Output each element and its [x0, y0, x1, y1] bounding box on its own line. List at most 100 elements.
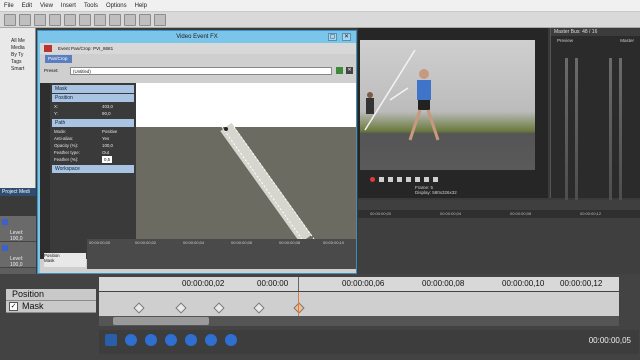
section-position[interactable]: Position [52, 94, 134, 102]
explorer-item-all-media[interactable]: All Me [0, 38, 35, 45]
track-color-icon [2, 245, 8, 251]
position-y-row[interactable]: Y: 90,0 [54, 110, 134, 117]
section-mask[interactable]: Mask [52, 85, 134, 93]
kf-track-mask-label: Mask [22, 301, 44, 311]
prev-keyframe-icon[interactable] [145, 334, 157, 346]
undo-icon[interactable] [79, 13, 91, 26]
ruler-tick: 00:00:00;12 [580, 211, 602, 216]
master-bus-title: Master Bus: 48 / 16 [551, 28, 640, 36]
fx-chain-icon[interactable] [44, 45, 52, 52]
mode-row[interactable]: Mode: Positive [54, 128, 134, 135]
menu-options[interactable]: Options [106, 3, 127, 9]
paste-icon[interactable] [139, 13, 151, 26]
keyframe-scrollbar[interactable] [99, 316, 619, 326]
keyframe-diamond[interactable] [253, 302, 265, 314]
position-x-row[interactable]: X: 403,0 [54, 103, 134, 110]
keyframe-diamond[interactable] [175, 302, 187, 314]
keyframe-diamond[interactable] [133, 302, 145, 314]
last-keyframe-icon[interactable] [185, 334, 197, 346]
kf-track-mask[interactable]: ✓ Mask [6, 301, 96, 313]
prev-frame-icon[interactable] [424, 176, 429, 182]
ruler-tick: 00:00:00 [257, 279, 289, 288]
loop-icon[interactable] [379, 176, 384, 182]
explorer-item-media-bins[interactable]: Media [0, 45, 35, 52]
position-x-label: X: [54, 104, 59, 109]
sync-cursor-icon[interactable] [105, 334, 117, 346]
anti-alias-value: Yes [102, 136, 110, 141]
anti-alias-label: Anti-alias: [54, 136, 74, 141]
first-keyframe-icon[interactable] [125, 334, 137, 346]
play-from-start-icon[interactable] [388, 176, 393, 182]
section-workspace[interactable]: Workspace [52, 165, 134, 173]
save-preset-icon[interactable] [336, 67, 343, 74]
keyframe-track-labels: Position ✓ Mask [6, 289, 96, 313]
section-path[interactable]: Path [52, 119, 134, 127]
menu-file[interactable]: File [4, 3, 14, 9]
menu-tools[interactable]: Tools [84, 3, 98, 9]
play-icon[interactable] [397, 176, 402, 182]
scrollbar-thumb[interactable] [113, 317, 209, 325]
render-icon[interactable] [64, 13, 76, 26]
kf-tick: 00:00:00;02 [135, 240, 157, 245]
preset-dropdown[interactable]: (Untitled) [70, 67, 332, 75]
delete-icon[interactable] [154, 13, 166, 26]
toolbar [0, 12, 640, 28]
save-icon[interactable] [34, 13, 46, 26]
dialog-kf-labels: Position Mask [44, 253, 86, 267]
feather-input[interactable]: 0,5 [102, 156, 113, 163]
menu-insert[interactable]: Insert [61, 3, 76, 9]
stop-icon[interactable] [415, 176, 420, 182]
copy-icon[interactable] [124, 13, 136, 26]
pause-icon[interactable] [406, 176, 411, 182]
maximize-button[interactable]: ▢ [328, 33, 337, 41]
next-keyframe-icon[interactable] [165, 334, 177, 346]
ruler-tick: 00:00:00,08 [422, 279, 465, 288]
delete-keyframe-icon[interactable] [225, 334, 237, 346]
keyframe-diamond-current[interactable] [293, 302, 305, 314]
menu-bar: File Edit View Insert Tools Options Help [0, 0, 640, 12]
track-color-icon [2, 219, 8, 225]
playhead-line[interactable] [298, 292, 299, 316]
close-button[interactable]: ✕ [342, 33, 351, 41]
kf-track-position[interactable]: Position [6, 289, 96, 301]
menu-view[interactable]: View [40, 3, 53, 9]
menu-edit[interactable]: Edit [22, 3, 32, 9]
cut-icon[interactable] [109, 13, 121, 26]
anti-alias-row[interactable]: Anti-alias: Yes [54, 135, 134, 142]
explorer-item-by-type[interactable]: By Ty [0, 52, 35, 59]
opacity-row[interactable]: Opacity (%): 100,0 [54, 142, 134, 149]
feather-type-label: Feather type: [54, 150, 80, 155]
ruler-tick: 00:00:00,12 [560, 279, 603, 288]
position-y-label: Y: [54, 111, 58, 116]
track-header-2[interactable]: Level: 100,0 [0, 242, 36, 268]
explorer-item-smart[interactable]: Smart [0, 66, 35, 73]
track-header-1[interactable]: Level: 100,0 [0, 216, 36, 242]
meter-master-left [609, 58, 612, 218]
record-icon[interactable] [370, 176, 375, 182]
menu-help[interactable]: Help [135, 3, 147, 9]
project-media-tab[interactable]: Project Medi [0, 188, 36, 196]
ruler-tick: 00:00:00;04 [440, 211, 462, 216]
feather-row[interactable]: Feather (%): 0,5 [54, 156, 134, 163]
track-level: Level: 100,0 [10, 256, 24, 268]
kf-tick: 00:00:00;08 [279, 240, 301, 245]
plugin-chain-row: Event Pan/Crop: PVI_8681 [40, 43, 356, 54]
dialog-body: Event Pan/Crop: PVI_8681 Pan/Crop Preset… [40, 43, 356, 273]
next-frame-icon[interactable] [433, 176, 438, 182]
add-keyframe-icon[interactable] [205, 334, 217, 346]
redo-icon[interactable] [94, 13, 106, 26]
new-icon[interactable] [4, 13, 16, 26]
open-icon[interactable] [19, 13, 31, 26]
tab-pan-crop[interactable]: Pan/Crop [45, 55, 72, 63]
preview-scene-illustration [364, 49, 440, 141]
kf-label-mask[interactable]: Mask [44, 258, 86, 263]
keyframe-diamond[interactable] [213, 302, 225, 314]
mask-checkbox[interactable]: ✓ [9, 302, 18, 311]
explorer-item-tags[interactable]: Tags [0, 59, 35, 66]
properties-icon[interactable] [49, 13, 61, 26]
feather-type-row[interactable]: Feather type: Out [54, 149, 134, 156]
delete-preset-icon[interactable]: ✕ [346, 67, 353, 74]
mask-canvas[interactable] [136, 83, 356, 239]
properties-panel: Mask Position X: 403,0 Y: 90,0 Path Mode: P… [40, 83, 136, 259]
transport-controls [358, 174, 548, 184]
